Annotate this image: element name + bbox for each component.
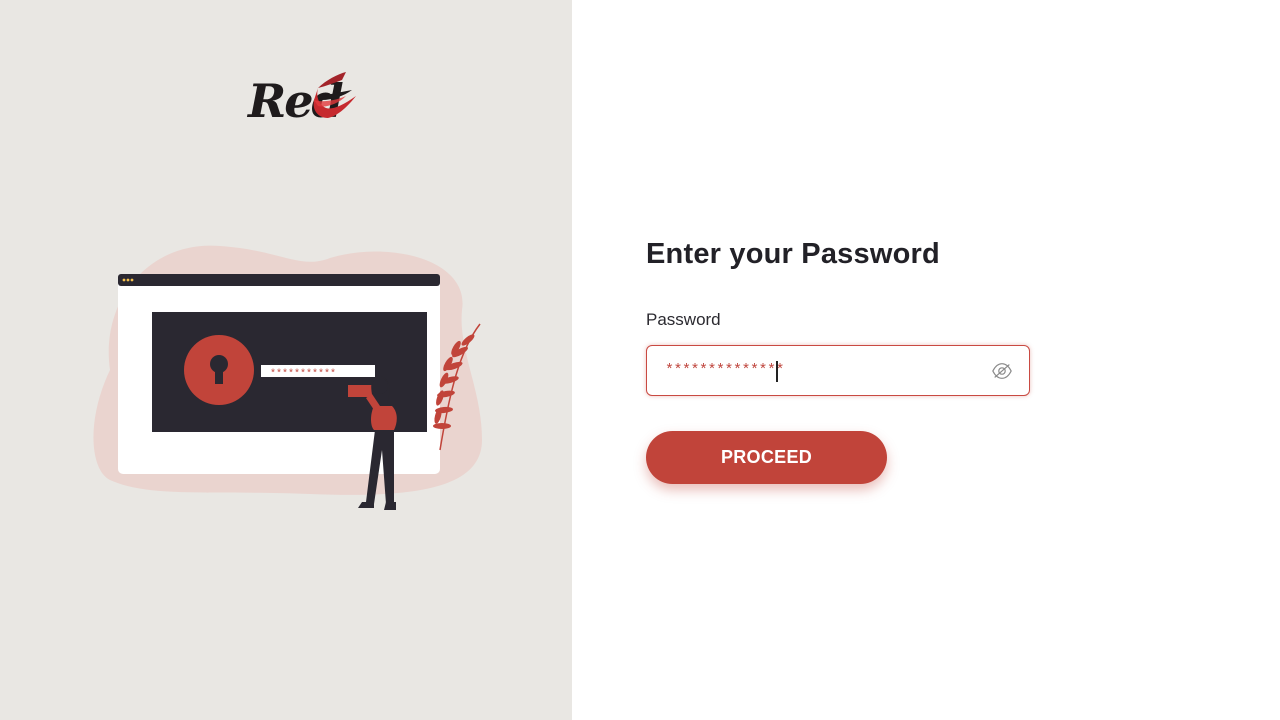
password-input[interactable]: ************** [646,345,1030,396]
eye-slash-icon[interactable] [991,361,1013,381]
password-illustration: *********** [93,245,482,510]
illustration-panel: Red *********** [0,0,572,720]
illustration-password-text: *********** [270,368,336,380]
form-panel: Enter your Password Password ***********… [572,0,1280,720]
text-caret [776,361,778,382]
password-label: Password [646,310,721,329]
brand-logo: Red [246,66,370,132]
page-title: Enter your Password [646,238,940,270]
password-value: ************** [665,362,785,379]
login-page: Red *********** Enter your Password Pass… [0,0,1280,720]
logo-e-mark [313,72,356,118]
proceed-button[interactable]: PROCEED [646,431,887,484]
